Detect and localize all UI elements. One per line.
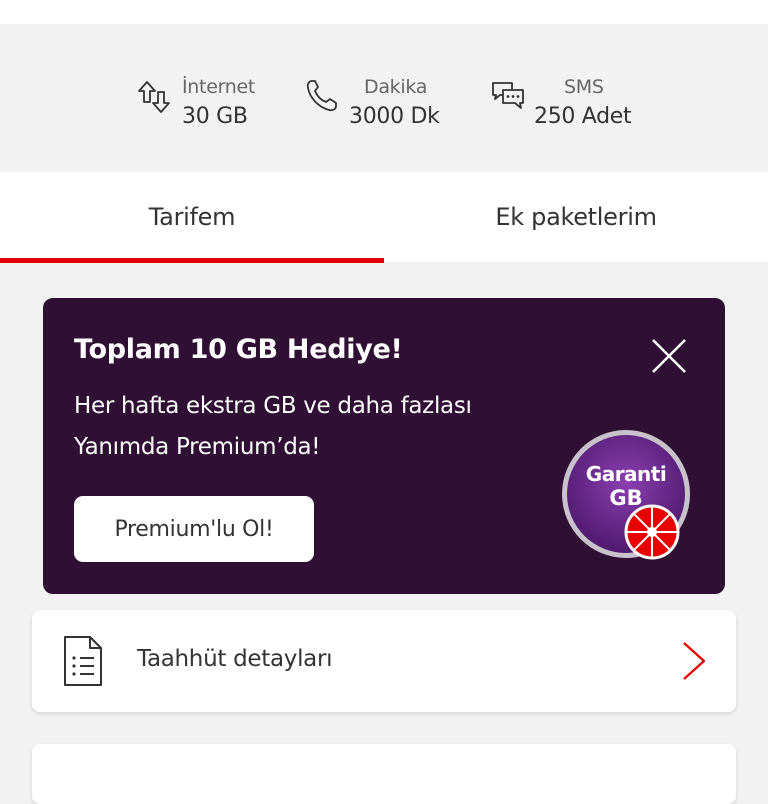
internet-label: İnternet bbox=[182, 76, 256, 98]
next-card bbox=[32, 744, 736, 804]
minutes-label: Dakika bbox=[364, 76, 428, 98]
status-bar-area bbox=[0, 0, 768, 24]
minutes-value: 3000 Dk bbox=[349, 104, 440, 129]
commitment-details-label: Taahhüt detayları bbox=[137, 646, 333, 672]
badge-text-gb: GB bbox=[609, 486, 643, 510]
chevron-right-icon bbox=[683, 642, 706, 680]
document-icon bbox=[64, 636, 102, 686]
close-icon[interactable] bbox=[647, 334, 691, 378]
active-tab-indicator bbox=[0, 258, 384, 263]
tab-tarifem[interactable]: Tarifem bbox=[0, 172, 384, 262]
chat-bubbles-icon bbox=[492, 82, 524, 109]
tab-bar: Tarifem Ek paketlerim bbox=[0, 172, 768, 263]
promo-banner: Toplam 10 GB Hediye! Her hafta ekstra GB… bbox=[43, 298, 725, 594]
sms-value: 250 Adet bbox=[534, 104, 632, 129]
internet-value: 30 GB bbox=[182, 104, 248, 129]
commitment-details-row[interactable]: Taahhüt detayları bbox=[32, 610, 736, 712]
usage-minutes: Dakika 3000 Dk bbox=[304, 76, 454, 136]
usage-internet: İnternet 30 GB bbox=[136, 76, 266, 136]
badge-text-garanti: Garanti bbox=[585, 462, 667, 486]
arrows-updown-icon bbox=[138, 81, 170, 113]
phone-icon bbox=[306, 80, 337, 112]
usage-summary: İnternet 30 GB Dakika 3000 Dk SMS 250 Ad… bbox=[0, 24, 768, 172]
promo-text-line2: Yanımda Premium’da! bbox=[74, 434, 321, 460]
promo-text-line1: Her hafta ekstra GB ve daha fazlası bbox=[74, 393, 472, 419]
sms-label: SMS bbox=[564, 76, 604, 98]
promo-title: Toplam 10 GB Hediye! bbox=[74, 334, 403, 365]
tab-ek-paketlerim[interactable]: Ek paketlerim bbox=[384, 172, 768, 262]
usage-sms: SMS 250 Adet bbox=[490, 76, 640, 136]
premium-button[interactable]: Premium'lu Ol! bbox=[74, 496, 314, 562]
garanti-gb-badge: Garanti GB bbox=[560, 428, 692, 560]
